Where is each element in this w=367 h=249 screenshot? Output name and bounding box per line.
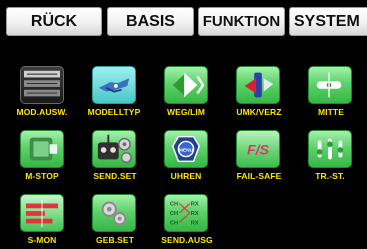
tile-label-umk-verz: UMK/VERZ: [236, 107, 282, 117]
tile-label-geb-set: GEB.SET: [95, 235, 134, 245]
tile-label-mod-ausw: MOD.AUSW.: [16, 107, 68, 117]
tile-label-mitte: MITTE: [318, 107, 344, 117]
sensor-settings-icon[interactable]: [92, 194, 136, 232]
basis-button[interactable]: BASIS: [107, 7, 194, 36]
transmitter-output-icon[interactable]: CH RX CH RX CH RX: [164, 194, 208, 232]
tile-label-send-ausg: SEND.AUSG: [161, 235, 213, 245]
top-toolbar: RÜCK BASIS FUNKTION SYSTEM: [0, 0, 367, 44]
output-rx-label-1: RX: [191, 201, 199, 207]
transmitter-settings-icon[interactable]: [92, 130, 136, 168]
output-ch-label-3: CH: [170, 220, 178, 226]
trim-steps-icon[interactable]: [308, 130, 352, 168]
clock-icon[interactable]: MENU: [164, 130, 208, 168]
output-rx-label-3: RX: [191, 220, 199, 226]
output-ch-label-1: CH: [170, 201, 178, 207]
tile-label-m-stop: M-STOP: [25, 171, 59, 181]
reverse-delay-icon[interactable]: [236, 66, 280, 104]
tile-label-weg-lim: WEG/LIM: [167, 107, 205, 117]
system-button[interactable]: SYSTEM: [289, 7, 367, 36]
tile-label-uhren: UHREN: [170, 171, 202, 181]
back-button[interactable]: RÜCK: [6, 7, 102, 36]
tile-label-modelltyp: MODELLTYP: [87, 107, 141, 117]
travel-limit-icon[interactable]: [164, 66, 208, 104]
tile-label-s-mon: S-MON: [27, 235, 57, 245]
output-ch-label-2: CH: [170, 211, 178, 217]
clock-icon-text: MENU: [179, 147, 193, 153]
motor-stop-icon[interactable]: [20, 130, 64, 168]
model-type-icon[interactable]: [92, 66, 136, 104]
funktion-button[interactable]: FUNKTION: [198, 7, 285, 36]
tile-label-tr-st: TR.-ST.: [315, 171, 345, 181]
fail-safe-icon[interactable]: F/S: [236, 130, 280, 168]
output-rx-label-2: RX: [191, 211, 199, 217]
center-icon[interactable]: [308, 66, 352, 104]
servo-monitor-icon[interactable]: [20, 194, 64, 232]
tile-label-send-set: SEND.SET: [93, 171, 137, 181]
tile-label-fail-safe: FAIL-SAFE: [236, 171, 282, 181]
fail-safe-icon-text: F/S: [247, 143, 270, 159]
model-select-icon[interactable]: [20, 66, 64, 104]
